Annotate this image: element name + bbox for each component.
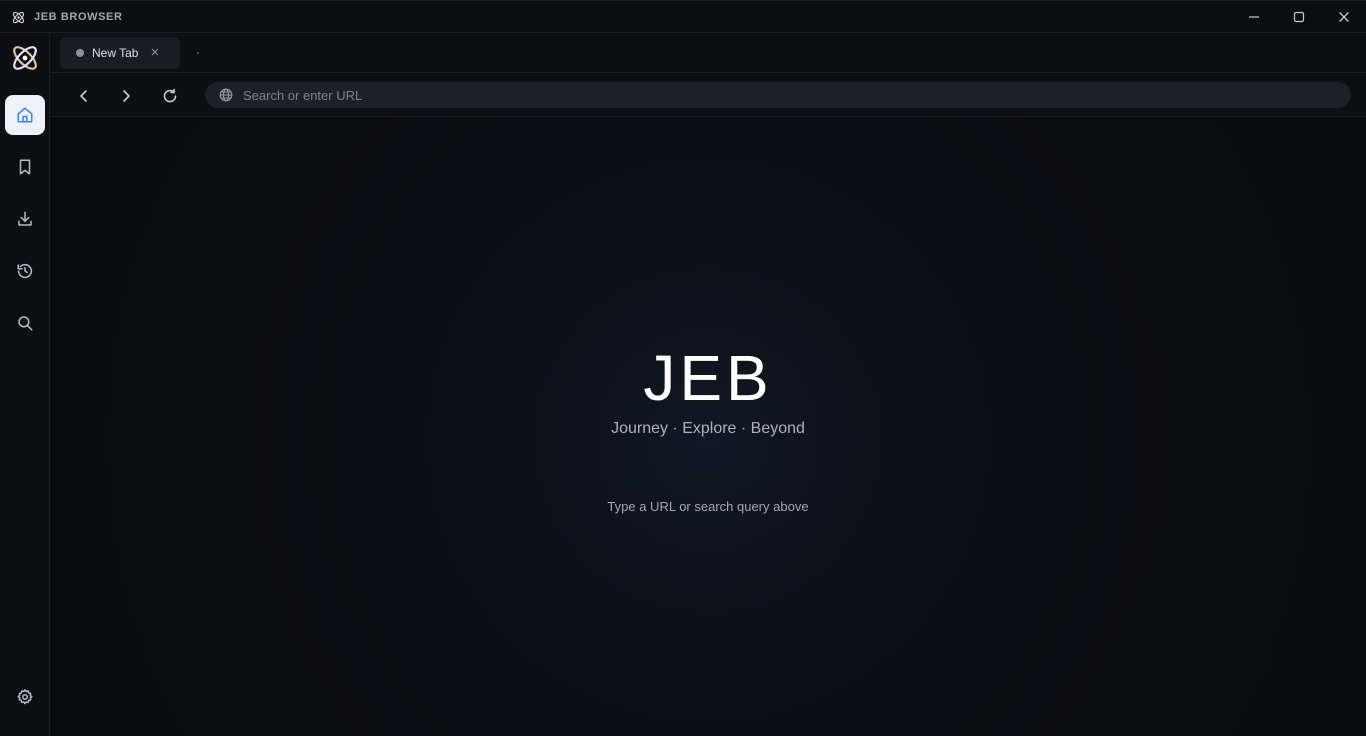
new-tab-button[interactable] [197, 52, 199, 54]
brand-logo-icon [13, 46, 37, 70]
new-tab-page: JEB Journey · Explore · Beyond Type a UR… [50, 118, 1366, 736]
search-hint: Type a URL or search query above [607, 499, 809, 514]
address-bar[interactable] [205, 82, 1351, 108]
globe-icon [219, 88, 233, 102]
gear-icon [17, 689, 33, 705]
maximize-icon [1293, 11, 1304, 23]
back-button[interactable] [72, 84, 96, 108]
tab-label: New Tab [92, 46, 139, 60]
sidebar-item-downloads[interactable] [5, 199, 45, 239]
close-window-button[interactable] [1321, 1, 1366, 33]
maximize-button[interactable] [1276, 1, 1321, 33]
app-logo-icon [12, 11, 25, 24]
sidebar-item-home[interactable] [5, 95, 45, 135]
sidebar-item-history[interactable] [5, 251, 45, 291]
app-title: JEB BROWSER [34, 11, 123, 23]
download-icon [18, 211, 32, 226]
settings-button[interactable] [5, 677, 45, 717]
title-bar: JEB BROWSER [0, 0, 1366, 33]
chevron-right-icon [123, 90, 130, 102]
browser-window: JEB BROWSER New Tab Search or enter URL … [0, 0, 1366, 736]
search-icon [18, 316, 33, 331]
sidebar [0, 33, 50, 736]
history-icon [17, 263, 33, 279]
close-icon [1338, 12, 1349, 22]
minimize-button[interactable] [1231, 1, 1276, 33]
chevron-left-icon [80, 90, 87, 102]
bookmark-icon [19, 159, 31, 175]
reload-icon [163, 88, 177, 103]
home-icon [17, 107, 33, 123]
tab-close-button[interactable] [148, 45, 162, 59]
tagline: Journey · Explore · Beyond [611, 420, 805, 437]
forward-button[interactable] [114, 84, 138, 108]
reload-button[interactable] [158, 84, 182, 108]
navigation-bar [50, 73, 1366, 117]
brand-wordmark: JEB [643, 342, 773, 414]
url-input[interactable] [243, 82, 1333, 108]
tab-favicon [76, 49, 84, 57]
tab-new-tab[interactable]: New Tab [60, 37, 180, 69]
close-icon [151, 48, 159, 56]
minimize-icon [1248, 16, 1259, 18]
tab-strip: New Tab [50, 33, 1366, 73]
sidebar-item-bookmarks[interactable] [5, 147, 45, 187]
sidebar-item-search[interactable] [5, 303, 45, 343]
